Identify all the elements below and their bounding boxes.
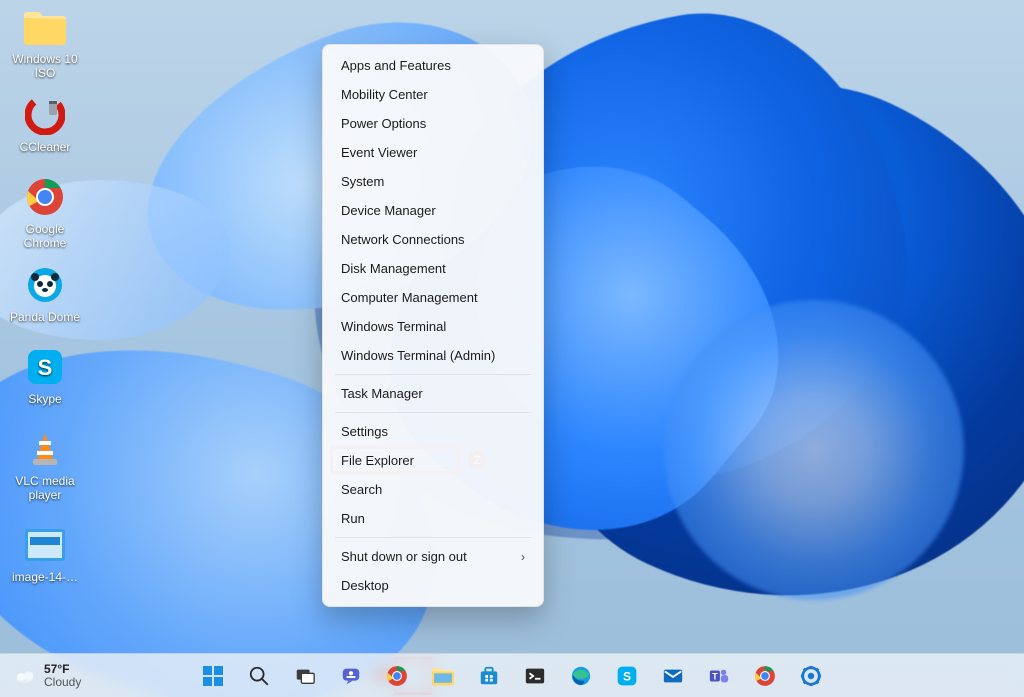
desktop-icon-label: VLC mediaplayer [6,474,84,502]
menu-item-disk-management[interactable]: Disk Management [323,254,543,283]
chrome-icon [754,665,776,687]
taskview-icon [294,665,316,687]
menu-item-apps-and-features[interactable]: Apps and Features [323,51,543,80]
search-icon [248,665,270,687]
taskbar-mail[interactable] [653,656,693,696]
menu-separator [335,374,531,375]
desktop-icon-image14[interactable]: image-14-… [6,524,84,584]
taskbar-chrome[interactable] [377,656,417,696]
weather-temp: 57°F [44,663,81,676]
skype-icon: S [616,665,638,687]
windows-logo-icon [201,664,225,688]
taskbar-settings[interactable] [791,656,831,696]
edge-icon [570,665,592,687]
taskbar-apps: S T [193,656,831,696]
menu-item-shutdown-signout[interactable]: Shut down or sign out › [323,542,543,571]
taskbar-taskview-button[interactable] [285,656,325,696]
taskbar-teams[interactable]: T [699,656,739,696]
menu-item-computer-management[interactable]: Computer Management [323,283,543,312]
chrome-icon [22,176,68,218]
taskbar-edge[interactable] [561,656,601,696]
menu-item-file-explorer[interactable]: File Explorer [323,446,543,475]
svg-text:S: S [623,669,631,683]
skype-icon: S [22,346,68,388]
desktop-icon-label: image-14-… [6,570,84,584]
desktop-icon-label: CCleaner [6,140,84,154]
menu-item-task-manager[interactable]: Task Manager [323,379,543,408]
taskbar-chat-button[interactable] [331,656,371,696]
taskbar-file-explorer[interactable] [423,656,463,696]
menu-item-device-manager[interactable]: Device Manager [323,196,543,225]
vlc-icon [22,428,68,470]
desktop-icon-ccleaner[interactable]: CCleaner [6,94,84,154]
menu-item-settings[interactable]: Settings [323,417,543,446]
mail-icon [662,665,684,687]
ccleaner-icon [22,94,68,136]
weather-cond: Cloudy [44,676,81,689]
desktop-icon-skype[interactable]: S Skype [6,346,84,406]
taskbar-skype[interactable]: S [607,656,647,696]
menu-item-system[interactable]: System [323,167,543,196]
menu-item-event-viewer[interactable]: Event Viewer [323,138,543,167]
desktop-icon-label: Skype [6,392,84,406]
svg-text:T: T [712,671,718,681]
menu-separator [335,537,531,538]
taskbar-microsoft-store[interactable] [469,656,509,696]
chevron-right-icon: › [521,550,525,564]
terminal-icon [524,665,546,687]
menu-item-mobility-center[interactable]: Mobility Center [323,80,543,109]
image-file-icon [22,524,68,566]
taskbar-chrome-2[interactable] [745,656,785,696]
desktop-icon-label: Panda Dome [6,310,84,324]
winx-context-menu: Apps and Features Mobility Center Power … [322,44,544,607]
menu-item-network-connections[interactable]: Network Connections [323,225,543,254]
desktop-icon-pandadome[interactable]: Panda Dome [6,264,84,324]
menu-item-desktop[interactable]: Desktop [323,571,543,600]
taskbar-weather[interactable]: 57°F Cloudy [14,663,81,689]
desktop-icon-label: Windows 10ISO [6,52,84,80]
desktop-icon-windows10iso[interactable]: Windows 10ISO [6,6,84,80]
weather-cloud-icon [14,665,36,687]
taskbar-search-button[interactable] [239,656,279,696]
desktop-icon-label: GoogleChrome [6,222,84,250]
chrome-icon [386,665,408,687]
taskbar-windows-terminal[interactable] [515,656,555,696]
menu-item-search[interactable]: Search [323,475,543,504]
menu-item-power-options[interactable]: Power Options [323,109,543,138]
svg-text:S: S [38,355,53,380]
folder-icon [431,665,455,687]
menu-item-windows-terminal-admin[interactable]: Windows Terminal (Admin) [323,341,543,370]
gear-icon [800,665,822,687]
chat-icon [340,665,362,687]
pandadome-icon [22,264,68,306]
menu-item-run[interactable]: Run [323,504,543,533]
menu-item-windows-terminal[interactable]: Windows Terminal [323,312,543,341]
desktop-icon-vlc[interactable]: VLC mediaplayer [6,428,84,502]
taskbar-start-button[interactable] [193,656,233,696]
taskbar: 57°F Cloudy [0,653,1024,697]
menu-separator [335,412,531,413]
folder-icon [22,6,68,48]
store-icon [478,665,500,687]
desktop-icon-chrome[interactable]: GoogleChrome [6,176,84,250]
teams-icon: T [708,665,730,687]
